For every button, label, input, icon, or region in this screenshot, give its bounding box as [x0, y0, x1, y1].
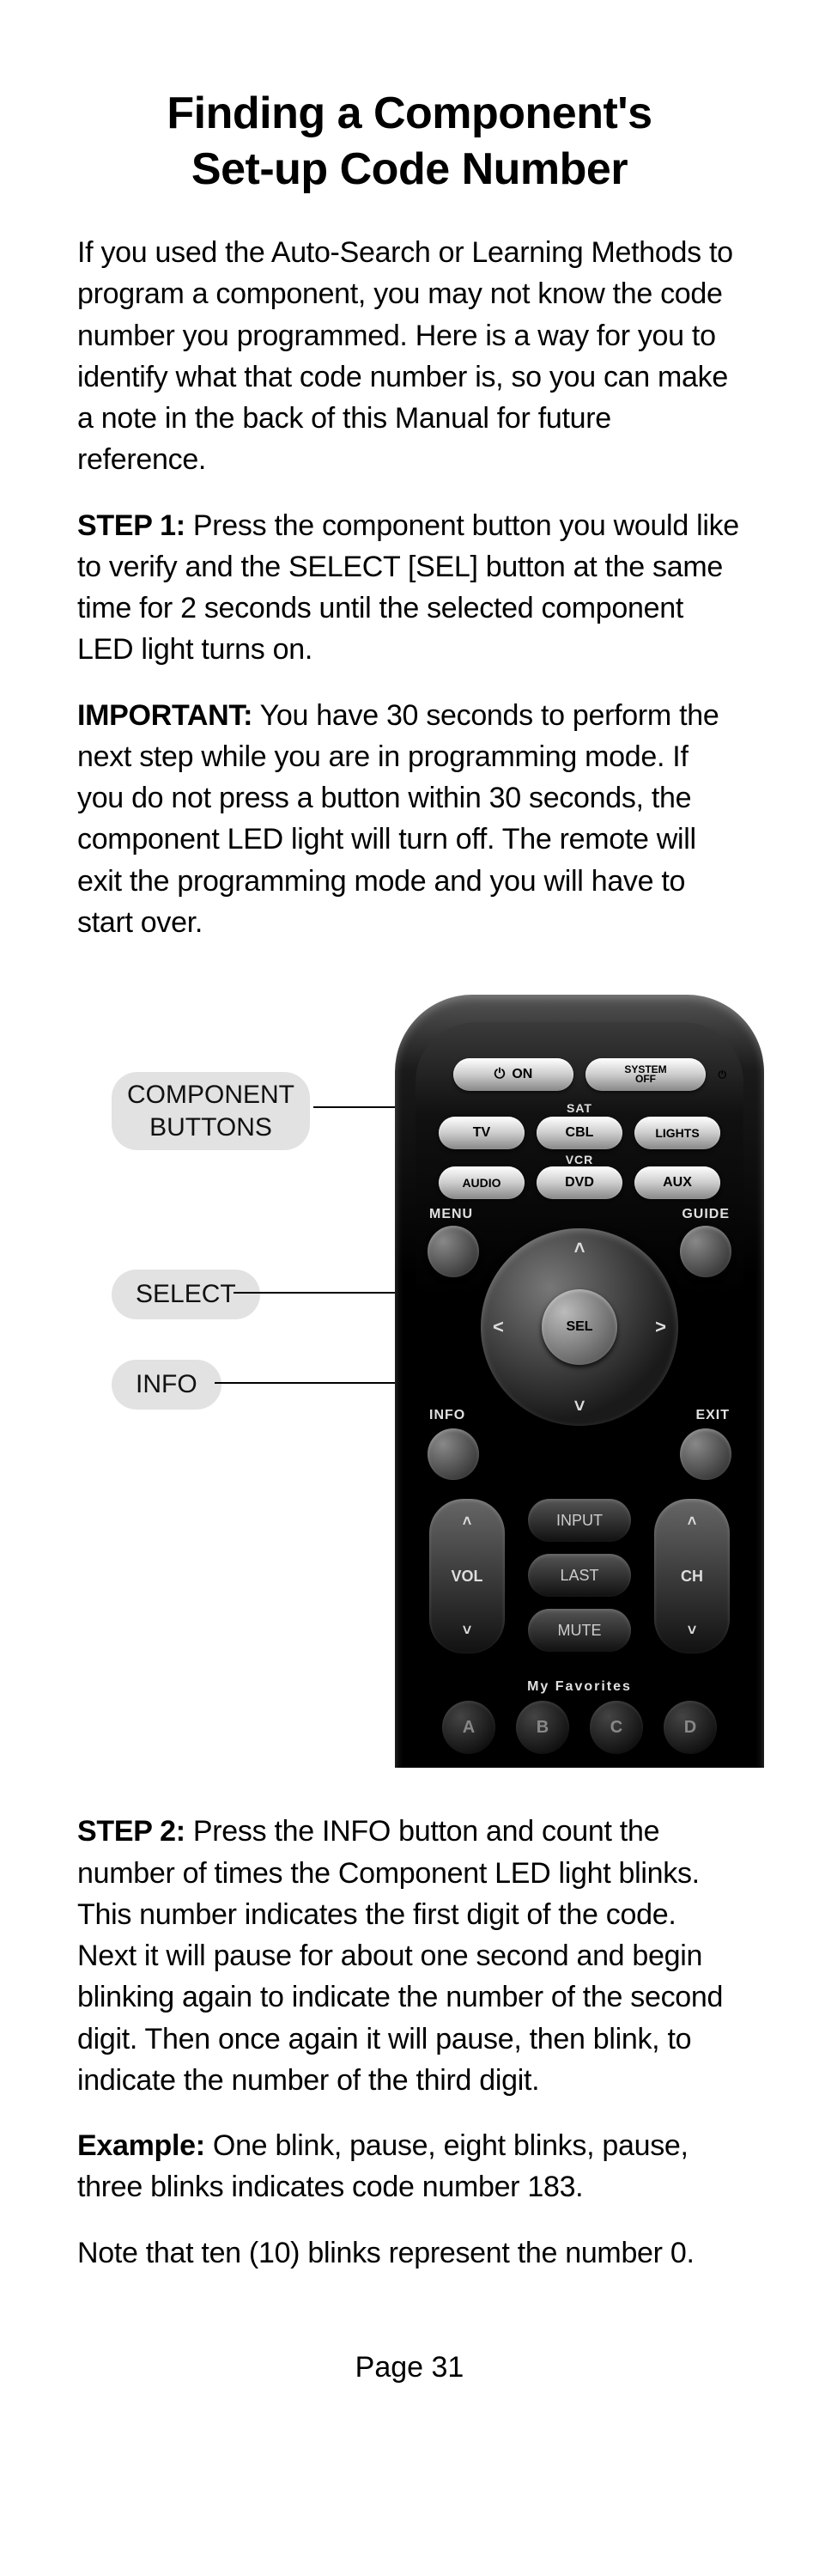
- fav-d-button: D: [664, 1701, 717, 1754]
- on-label: ON: [512, 1067, 532, 1082]
- dpad: ˄ ˅ ˂ ˃ SEL: [481, 1228, 678, 1426]
- callout-component-line2: BUTTONS: [149, 1113, 272, 1142]
- chevron-up-icon: ˄: [463, 1513, 472, 1531]
- arrow-right-icon: ˃: [655, 1316, 666, 1338]
- intro-paragraph: If you used the Auto-Search or Learning …: [77, 232, 742, 481]
- vcr-label: VCR: [416, 1153, 743, 1166]
- chevron-down-icon: ˅: [463, 1622, 472, 1640]
- fav-c-button: C: [590, 1701, 643, 1754]
- step1-lead: STEP 1:: [77, 509, 185, 542]
- step2-lead: STEP 2:: [77, 1815, 185, 1848]
- page-number: Page 31: [77, 2351, 742, 2384]
- audio-button: AUDIO: [439, 1166, 525, 1199]
- remote-diagram: COMPONENT BUTTONS SELECT INFO ⏻ ON: [77, 977, 742, 1768]
- callout-info: INFO: [112, 1360, 221, 1410]
- info-button: [428, 1428, 479, 1480]
- callout-component-buttons: COMPONENT BUTTONS: [112, 1072, 310, 1150]
- remote-body: ⏻ ON SYSTEM OFF ⏻ SAT: [395, 995, 764, 1768]
- system-off-line2: OFF: [635, 1075, 656, 1084]
- vol-label: VOL: [451, 1568, 482, 1586]
- exit-label: EXIT: [695, 1408, 730, 1423]
- arrow-down-icon: ˅: [574, 1395, 585, 1417]
- system-off-button: SYSTEM OFF ⏻: [585, 1058, 706, 1091]
- important-body: You have 30 seconds to perform the next …: [77, 699, 719, 939]
- aux-button: AUX: [634, 1166, 720, 1199]
- input-button: INPUT: [528, 1499, 631, 1542]
- guide-button: [680, 1226, 731, 1277]
- callout-select: SELECT: [112, 1270, 260, 1319]
- vol-rocker: ˄ VOL ˅: [429, 1499, 505, 1653]
- title-line-2: Set-up Code Number: [191, 144, 628, 194]
- callout-component-line1: COMPONENT: [127, 1081, 294, 1109]
- guide-label: GUIDE: [682, 1207, 730, 1222]
- mute-button: MUTE: [528, 1609, 631, 1652]
- dvd-button: DVD: [537, 1166, 622, 1199]
- important-paragraph: IMPORTANT: You have 30 seconds to perfor…: [77, 695, 742, 944]
- step2-body: Press the INFO button and count the numb…: [77, 1815, 723, 2097]
- ch-rocker: ˄ CH ˅: [654, 1499, 730, 1653]
- arrow-left-icon: ˂: [493, 1316, 504, 1338]
- important-lead: IMPORTANT:: [77, 699, 252, 732]
- step1-paragraph: STEP 1: Press the component button you w…: [77, 505, 742, 671]
- page-title: Finding a Component's Set-up Code Number: [77, 86, 742, 198]
- menu-label: MENU: [429, 1207, 473, 1222]
- tv-button: TV: [439, 1117, 525, 1149]
- example-paragraph: Example: One blink, pause, eight blinks,…: [77, 2125, 742, 2208]
- chevron-up-icon: ˄: [688, 1513, 697, 1531]
- cbl-button: CBL: [537, 1117, 622, 1149]
- ch-label: CH: [681, 1568, 703, 1586]
- exit-button: [680, 1428, 731, 1480]
- power-icon: ⏻: [719, 1070, 727, 1080]
- example-lead: Example:: [77, 2129, 205, 2162]
- favorites-label: My Favorites: [416, 1679, 743, 1695]
- title-line-1: Finding a Component's: [167, 88, 652, 138]
- fav-a-button: A: [442, 1701, 495, 1754]
- on-button: ⏻ ON: [453, 1058, 573, 1091]
- menu-button: [428, 1226, 479, 1277]
- lights-button: LIGHTS: [634, 1117, 720, 1149]
- sel-button: SEL: [542, 1289, 617, 1365]
- info-label: INFO: [429, 1408, 465, 1423]
- fav-b-button: B: [516, 1701, 569, 1754]
- arrow-up-icon: ˄: [574, 1237, 585, 1259]
- chevron-down-icon: ˅: [688, 1622, 697, 1640]
- power-icon: ⏻: [494, 1067, 506, 1082]
- sat-label: SAT: [416, 1101, 743, 1115]
- note-paragraph: Note that ten (10) blinks represent the …: [77, 2232, 742, 2274]
- step2-paragraph: STEP 2: Press the INFO button and count …: [77, 1811, 742, 2101]
- last-button: LAST: [528, 1554, 631, 1597]
